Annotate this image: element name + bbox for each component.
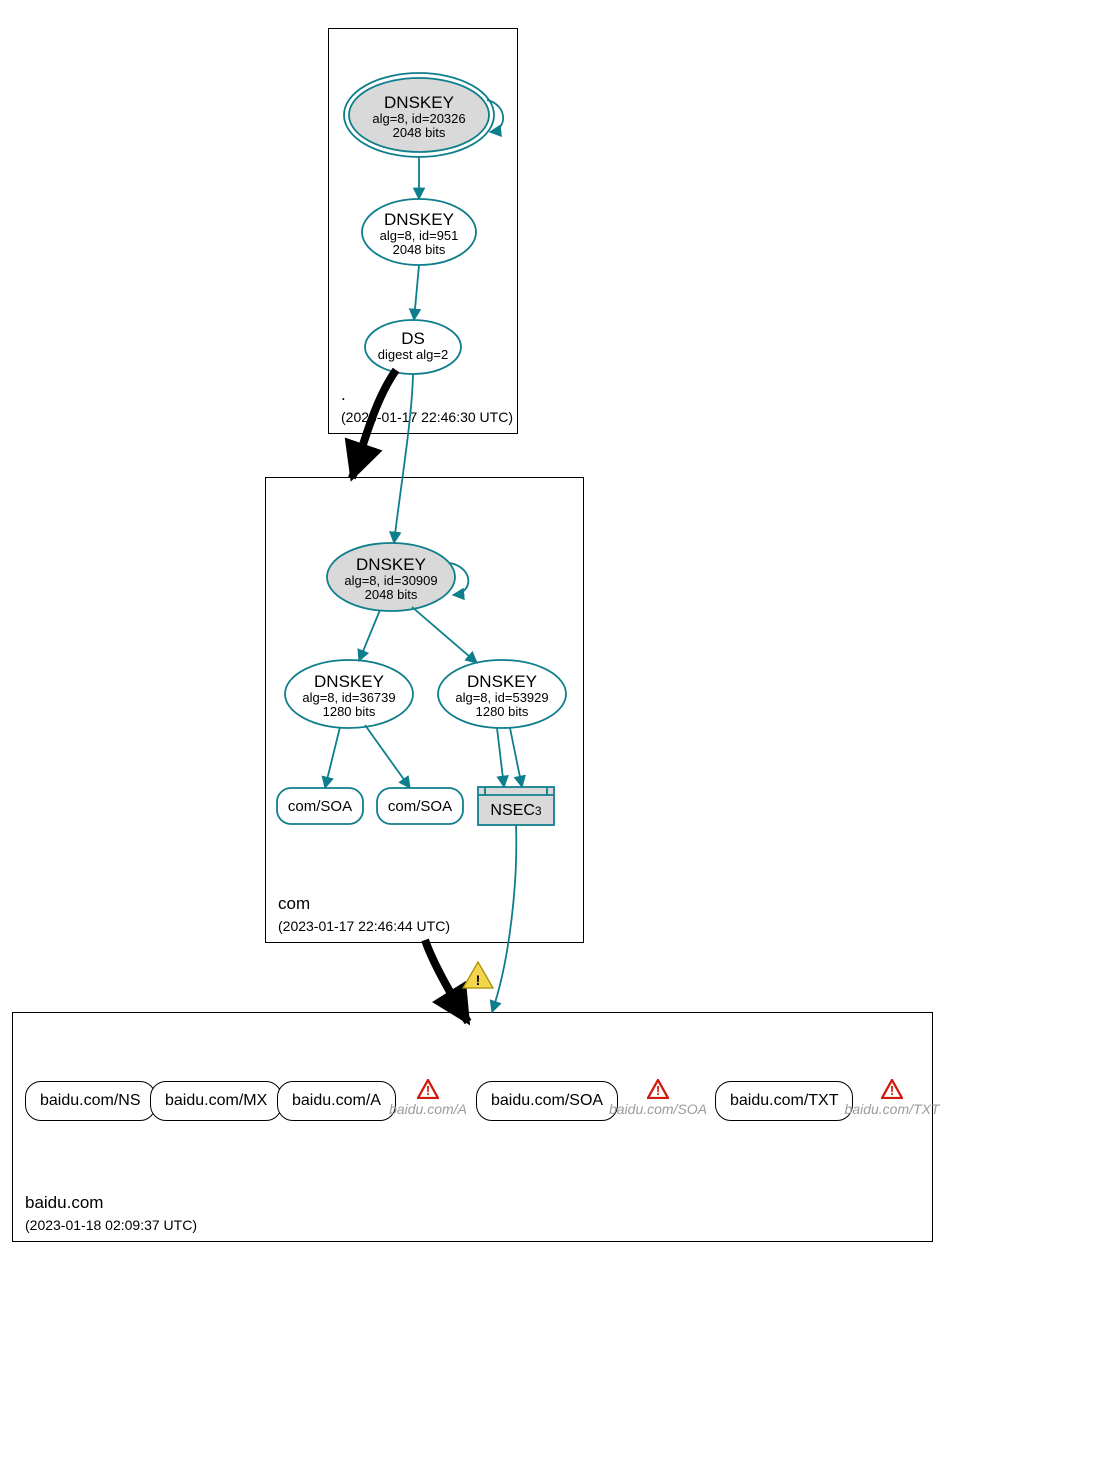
zone-com: com (2023-01-17 22:46:44 UTC): [265, 477, 584, 943]
baidu-a-error[interactable]: ! baidu.com/A: [388, 1079, 468, 1117]
baidu-mx-node[interactable]: baidu.com/MX: [150, 1081, 282, 1121]
error-icon: !: [417, 1079, 439, 1099]
baidu-mx-label: baidu.com/MX: [165, 1092, 267, 1110]
baidu-a-node[interactable]: baidu.com/A: [277, 1081, 396, 1121]
svg-text:!: !: [426, 1083, 430, 1098]
baidu-soa-node[interactable]: baidu.com/SOA: [476, 1081, 618, 1121]
svg-text:!: !: [656, 1083, 660, 1098]
baidu-soa-label: baidu.com/SOA: [491, 1092, 603, 1110]
zone-root-label: .: [341, 385, 346, 405]
baidu-ns-label: baidu.com/NS: [40, 1092, 141, 1110]
svg-text:!: !: [890, 1083, 894, 1098]
error-icon: !: [881, 1079, 903, 1099]
baidu-soa-error-label: baidu.com/SOA: [609, 1101, 707, 1117]
warning-icon: !: [463, 962, 493, 988]
edge-com-to-baidu-zone: [425, 940, 468, 1022]
baidu-txt-error-label: baidu.com/TXT: [845, 1101, 940, 1117]
zone-baidu: baidu.com (2023-01-18 02:09:37 UTC): [12, 1012, 933, 1242]
zone-baidu-timestamp: (2023-01-18 02:09:37 UTC): [25, 1217, 197, 1233]
baidu-soa-error[interactable]: ! baidu.com/SOA: [608, 1079, 708, 1117]
svg-text:!: !: [476, 972, 481, 988]
baidu-a-error-label: baidu.com/A: [389, 1101, 467, 1117]
zone-root: . (2023-01-17 22:46:30 UTC): [328, 28, 518, 434]
baidu-ns-node[interactable]: baidu.com/NS: [25, 1081, 156, 1121]
error-icon: !: [647, 1079, 669, 1099]
baidu-txt-label: baidu.com/TXT: [730, 1092, 838, 1110]
zone-root-timestamp: (2023-01-17 22:46:30 UTC): [341, 409, 513, 425]
baidu-txt-node[interactable]: baidu.com/TXT: [715, 1081, 853, 1121]
zone-com-timestamp: (2023-01-17 22:46:44 UTC): [278, 918, 450, 934]
zone-com-label: com: [278, 894, 310, 914]
baidu-txt-error[interactable]: ! baidu.com/TXT: [842, 1079, 942, 1117]
baidu-a-label: baidu.com/A: [292, 1092, 381, 1110]
zone-baidu-label: baidu.com: [25, 1193, 103, 1213]
